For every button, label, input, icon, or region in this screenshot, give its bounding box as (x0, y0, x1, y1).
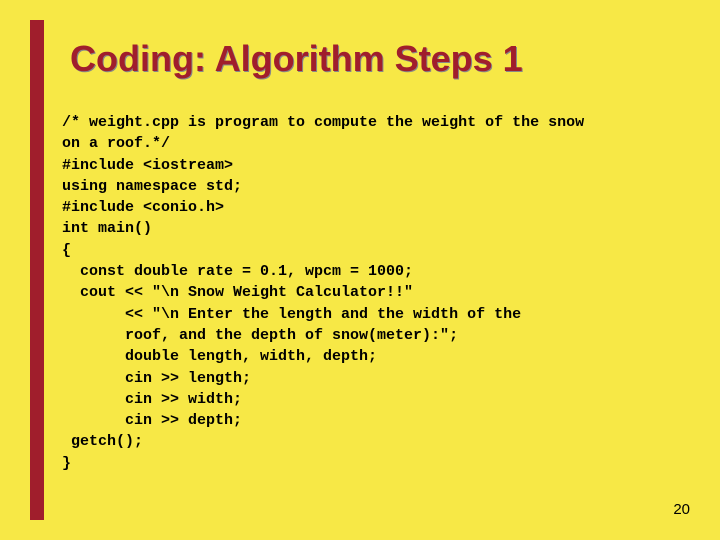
accent-bar (30, 20, 44, 520)
slide-title: Coding: Algorithm Steps 1 (70, 38, 523, 80)
code-block: /* weight.cpp is program to compute the … (62, 112, 700, 474)
page-number: 20 (673, 501, 690, 518)
slide: Coding: Algorithm Steps 1 /* weight.cpp … (0, 0, 720, 540)
